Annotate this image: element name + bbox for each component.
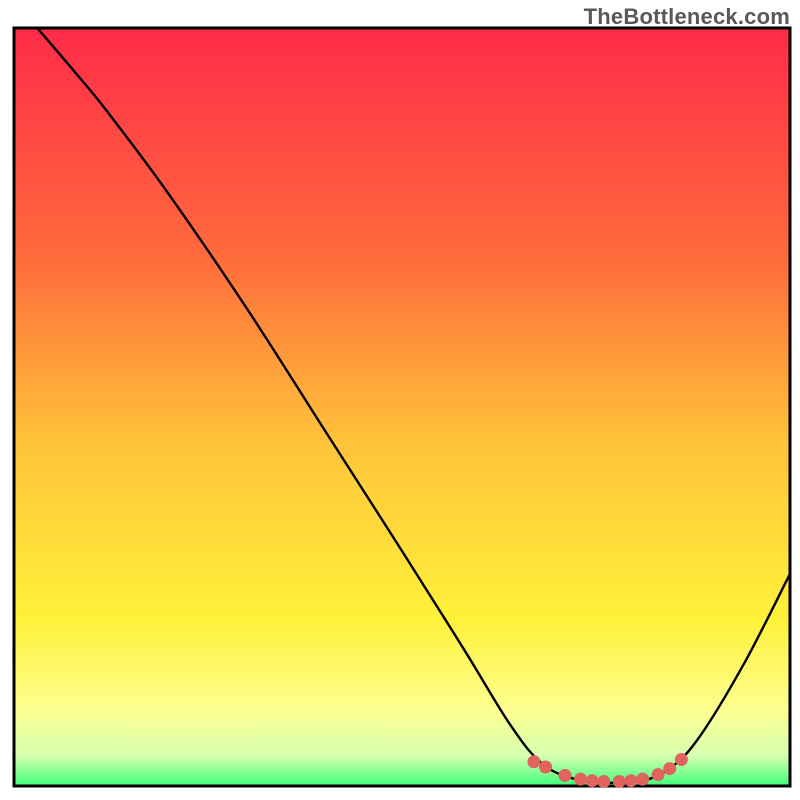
marker-dot xyxy=(636,773,649,786)
marker-dot xyxy=(586,774,599,787)
marker-dot xyxy=(527,755,540,768)
marker-dot xyxy=(539,761,552,774)
chart-container: TheBottleneck.com xyxy=(0,0,800,800)
chart-svg xyxy=(0,0,800,800)
marker-dot xyxy=(675,753,688,766)
marker-dot xyxy=(597,775,610,788)
marker-dot xyxy=(663,762,676,775)
marker-dot xyxy=(613,775,626,788)
watermark-label: TheBottleneck.com xyxy=(584,4,790,30)
marker-dot xyxy=(652,768,665,781)
marker-dot xyxy=(574,773,587,786)
marker-dot xyxy=(624,774,637,787)
marker-dot xyxy=(558,769,571,782)
